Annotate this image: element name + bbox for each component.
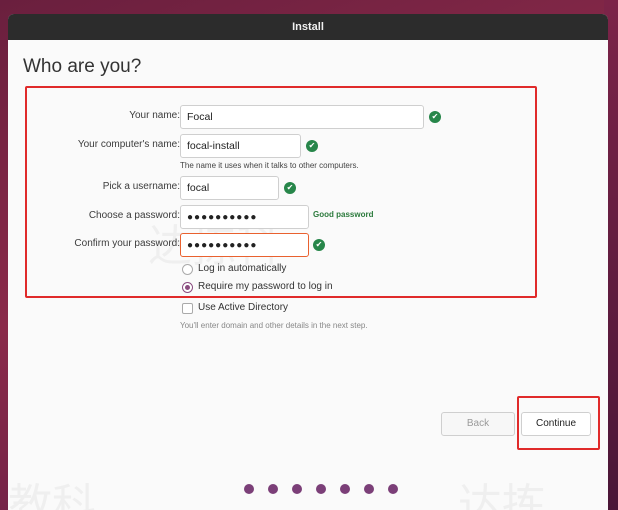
radio-selected[interactable] [182,282,193,293]
installer-window: Install 达拣科 教科 达拣 Who are you? Your name… [8,14,608,510]
confirm-password-row: Confirm your password: ✔ [8,233,608,257]
computer-name-input[interactable] [180,134,301,158]
continue-button[interactable]: Continue [521,412,591,436]
name-row: Your name: ✔ [8,105,608,129]
computer-name-label: Your computer's name: [77,139,180,150]
active-directory-hint: You'll enter domain and other details in… [180,321,368,330]
check-circle-icon: ✔ [284,182,296,194]
check-circle-icon: ✔ [306,140,318,152]
check-circle-icon: ✔ [313,239,325,251]
watermark: 达拣 [458,469,546,510]
progress-dot [315,484,326,494]
check-circle-icon: ✔ [429,111,441,123]
progress-dots [244,481,407,494]
page-title: Who are you? [23,56,142,77]
active-directory-label: Use Active Directory [198,302,289,313]
confirm-password-input[interactable] [180,233,309,257]
password-row: Choose a password: [8,205,608,229]
login-require-password-label: Require my password to log in [198,281,333,292]
username-row: Pick a username: ✔ [8,176,608,200]
progress-dot [267,484,278,494]
active-directory-checkbox[interactable] [182,303,193,314]
back-button[interactable]: Back [441,412,515,436]
name-input[interactable] [180,105,424,129]
name-label: Your name: [129,110,180,121]
login-auto-label: Log in automatically [198,263,287,274]
progress-dot [387,484,398,494]
progress-dot [244,484,254,494]
computer-name-row: Your computer's name: ✔ [8,134,608,158]
confirm-password-label: Confirm your password: [74,238,180,249]
password-strength: Good password [313,210,374,219]
progress-dot [363,484,374,494]
computer-name-hint: The name it uses when it talks to other … [180,161,359,170]
username-label: Pick a username: [102,181,180,192]
window-title: Install [8,14,608,40]
password-label: Choose a password: [88,210,180,221]
password-input[interactable] [180,205,309,229]
progress-dot [339,484,350,494]
progress-dot [291,484,302,494]
watermark: 教科 [8,469,96,510]
radio-unselected[interactable] [182,264,193,275]
username-input[interactable] [180,176,279,200]
